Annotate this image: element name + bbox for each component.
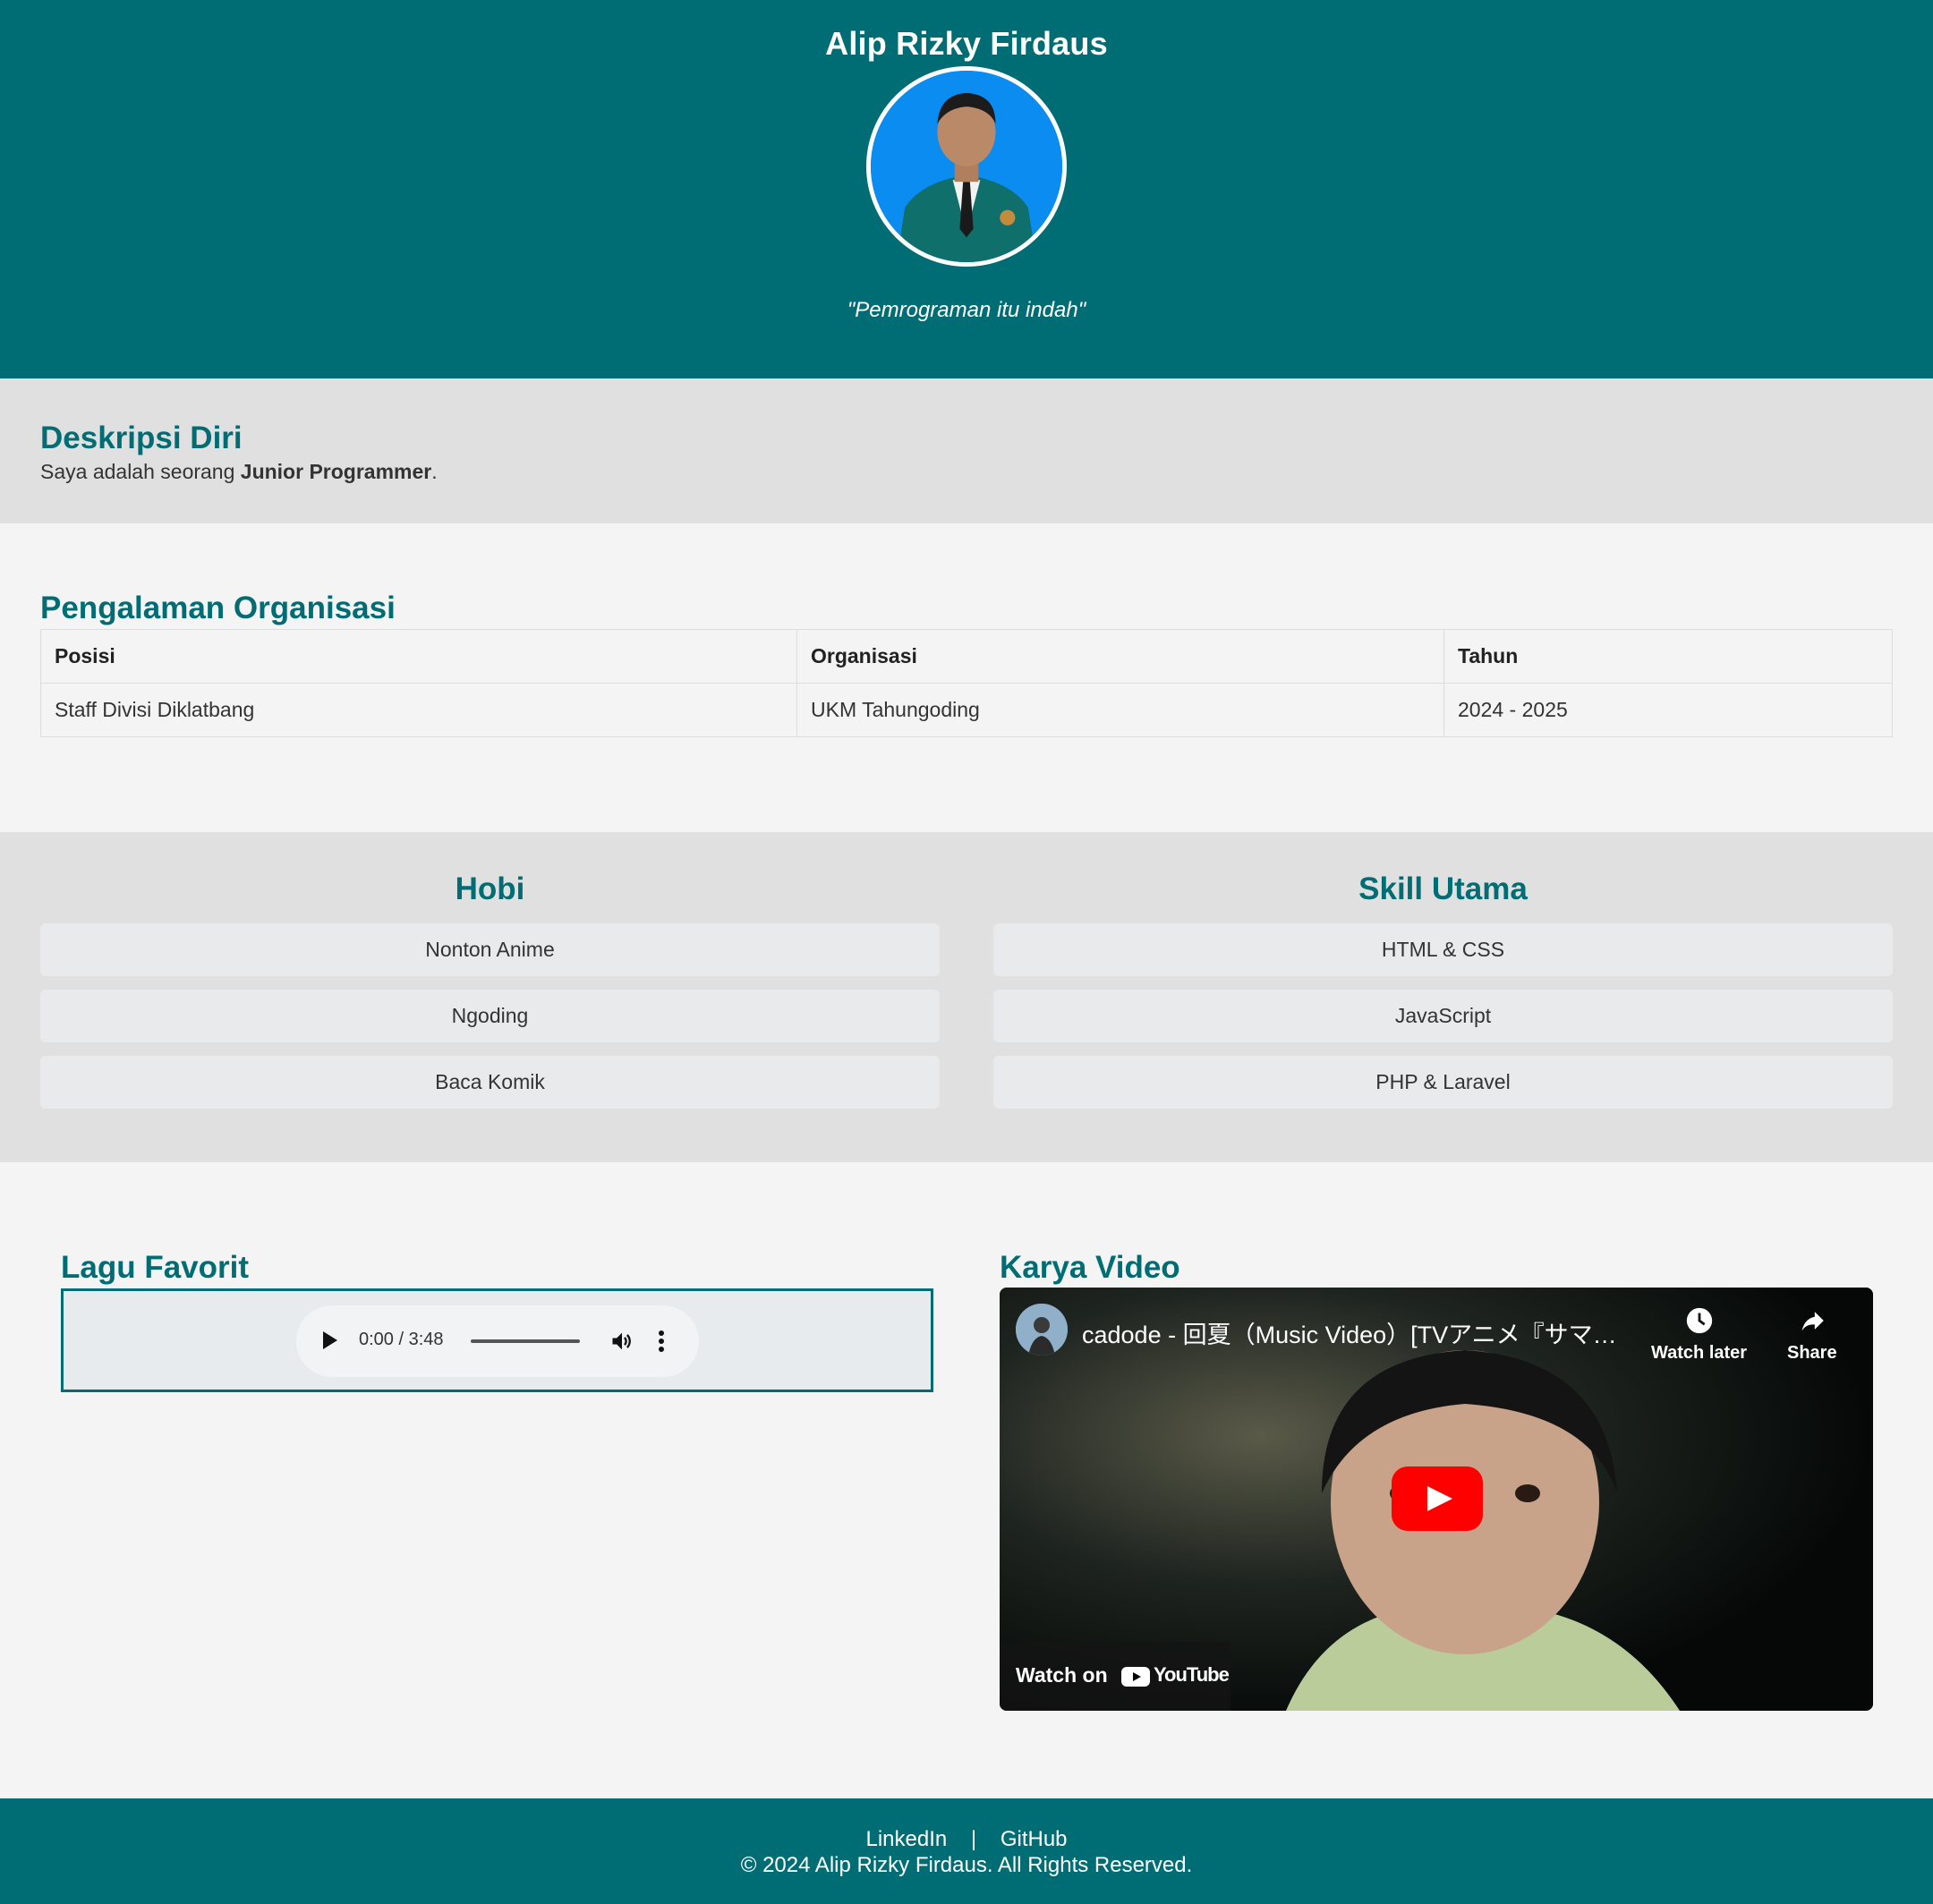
about-text-suffix: .: [431, 460, 438, 483]
hobby-skill-section: Hobi Nonton Anime Ngoding Baca Komik Ski…: [0, 832, 1933, 1162]
youtube-embed[interactable]: cadode - 回夏（Music Video）[TVアニメ『サマー… Watc…: [1000, 1288, 1873, 1711]
youtube-logo: YouTube: [1121, 1663, 1230, 1689]
skill-column: Skill Utama HTML & CSS JavaScript PHP & …: [993, 832, 1893, 1122]
profile-header: Alip Rizky Firdaus "Pemrograman itu inda…: [0, 0, 1933, 378]
cell-year: 2024 - 2025: [1443, 683, 1893, 737]
share-icon: [1801, 1312, 1824, 1331]
hobby-item: Ngoding: [40, 990, 940, 1042]
column-header-organization: Organisasi: [796, 629, 1444, 684]
watch-on-youtube-button[interactable]: Watch on YouTube: [1000, 1642, 1230, 1711]
profile-photo-image: [871, 71, 1062, 262]
music-title: Lagu Favorit: [61, 1250, 250, 1285]
column-header-year: Tahun: [1443, 629, 1893, 684]
channel-avatar-image: [1016, 1304, 1068, 1356]
about-title: Deskripsi Diri: [40, 421, 243, 455]
organization-table: Posisi Organisasi Tahun Staff Divisi Dik…: [40, 629, 1893, 737]
skill-title: Skill Utama: [1358, 871, 1528, 906]
column-header-position: Posisi: [40, 629, 797, 684]
footer-links: LinkedIn | GitHub: [0, 1827, 1933, 1852]
about-role: Junior Programmer: [240, 460, 432, 483]
about-section: Deskripsi Diri Saya adalah seorang Junio…: [0, 378, 1933, 523]
share-button[interactable]: Share: [1787, 1305, 1837, 1364]
watch-on-label: Watch on: [1016, 1663, 1108, 1687]
about-text-prefix: Saya adalah seorang: [40, 460, 241, 483]
watch-later-label: Watch later: [1651, 1343, 1748, 1363]
hobby-title: Hobi: [455, 871, 525, 906]
footer-separator: |: [970, 1827, 977, 1851]
profile-photo: [866, 66, 1067, 267]
play-icon[interactable]: [323, 1331, 337, 1349]
table-row: Staff Divisi Diklatbang UKM Tahungoding …: [40, 683, 1893, 737]
audio-progress-slider[interactable]: [471, 1339, 580, 1343]
cell-position: Staff Divisi Diklatbang: [40, 683, 797, 737]
cell-organization: UKM Tahungoding: [796, 683, 1444, 737]
skill-item: PHP & Laravel: [993, 1056, 1893, 1109]
hobby-column: Hobi Nonton Anime Ngoding Baca Komik: [40, 832, 940, 1122]
organization-section: Pengalaman Organisasi Posisi Organisasi …: [0, 523, 1933, 832]
clock-icon: [1686, 1307, 1712, 1334]
hobby-item: Nonton Anime: [40, 923, 940, 976]
hobby-item: Baca Komik: [40, 1056, 940, 1109]
audio-time: 0:00 / 3:48: [359, 1330, 444, 1349]
audio-player[interactable]: 0:00 / 3:48: [296, 1305, 699, 1377]
volume-icon[interactable]: [609, 1329, 634, 1354]
video-title: Karya Video: [1000, 1250, 1180, 1285]
watch-later-button[interactable]: Watch later: [1651, 1305, 1747, 1364]
page-footer: LinkedIn | GitHub © 2024 Alip Rizky Fird…: [0, 1798, 1933, 1904]
github-link[interactable]: GitHub: [1001, 1827, 1068, 1851]
more-options-icon[interactable]: [658, 1329, 665, 1354]
youtube-play-icon[interactable]: [1392, 1466, 1483, 1531]
table-header-row: Posisi Organisasi Tahun: [40, 629, 1893, 684]
skill-item: HTML & CSS: [993, 923, 1893, 976]
media-section: Lagu Favorit 0:00 / 3:48 Karya Video cad…: [0, 1162, 1933, 1798]
about-text: Saya adalah seorang Junior Programmer.: [40, 460, 438, 484]
embedded-video-title[interactable]: cadode - 回夏（Music Video）[TVアニメ『サマー…: [1082, 1315, 1637, 1350]
share-label: Share: [1787, 1343, 1837, 1363]
youtube-logo-text: YouTube: [1154, 1663, 1230, 1686]
profile-quote: "Pemrograman itu indah": [847, 298, 1086, 322]
channel-avatar[interactable]: [1016, 1304, 1068, 1356]
skill-item: JavaScript: [993, 990, 1893, 1042]
organization-title: Pengalaman Organisasi: [40, 591, 396, 625]
linkedin-link[interactable]: LinkedIn: [865, 1827, 947, 1851]
audio-container: 0:00 / 3:48: [61, 1288, 933, 1392]
profile-name: Alip Rizky Firdaus: [825, 25, 1108, 62]
copyright-text: © 2024 Alip Rizky Firdaus. All Rights Re…: [740, 1853, 1193, 1877]
